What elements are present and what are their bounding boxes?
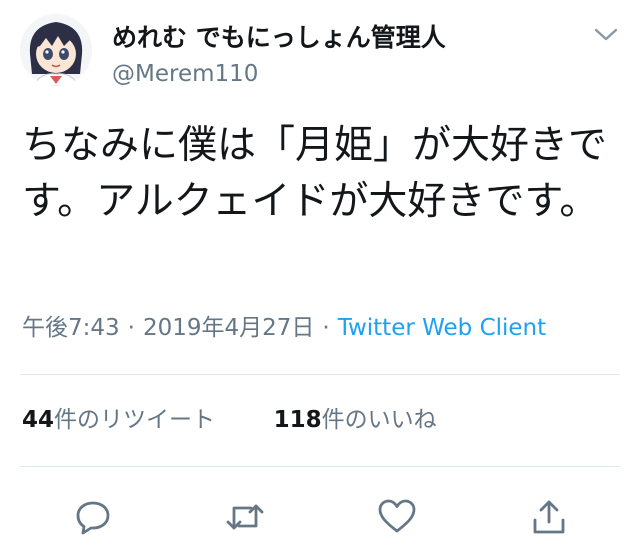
meta-separator: ·: [322, 315, 330, 341]
likes-count: 118: [273, 407, 322, 433]
like-button[interactable]: [372, 492, 422, 542]
retweets-stat[interactable]: 44件のリツイート: [22, 407, 215, 433]
anime-avatar-icon: [20, 14, 92, 86]
retweet-button[interactable]: [220, 492, 270, 542]
chevron-down-icon[interactable]: [592, 24, 620, 44]
retweet-icon: [226, 504, 264, 530]
share-icon: [533, 500, 565, 534]
reply-icon: [76, 501, 110, 535]
likes-stat[interactable]: 118件のいいね: [274, 407, 437, 433]
tweet-date[interactable]: 2019年4月27日: [143, 315, 314, 341]
tweet-time[interactable]: 午後7:43: [22, 315, 120, 341]
tweet-text: ちなみに僕は「月姫」が大好きです。アルクェイドが大好きです。: [22, 123, 608, 224]
share-button[interactable]: [524, 492, 574, 542]
divider: [20, 466, 620, 467]
likes-label: 件のいいね: [321, 407, 437, 433]
tweet-stats: 44件のリツイート 118件のいいね: [22, 404, 437, 436]
user-handle[interactable]: @Merem110: [112, 58, 258, 90]
tweet-meta: 午後7:43 · 2019年4月27日 · Twitter Web Client: [22, 312, 546, 344]
retweets-label: 件のリツイート: [54, 407, 216, 433]
divider: [20, 374, 620, 375]
tweet-source-link[interactable]: Twitter Web Client: [338, 315, 546, 341]
like-icon: [378, 499, 416, 533]
meta-separator: ·: [127, 315, 135, 341]
reply-button[interactable]: [68, 492, 118, 542]
action-bar: [0, 492, 640, 542]
avatar[interactable]: [20, 14, 92, 86]
retweets-count: 44: [22, 407, 55, 433]
display-name[interactable]: めれむ でもにっしょん管理人: [112, 22, 446, 54]
